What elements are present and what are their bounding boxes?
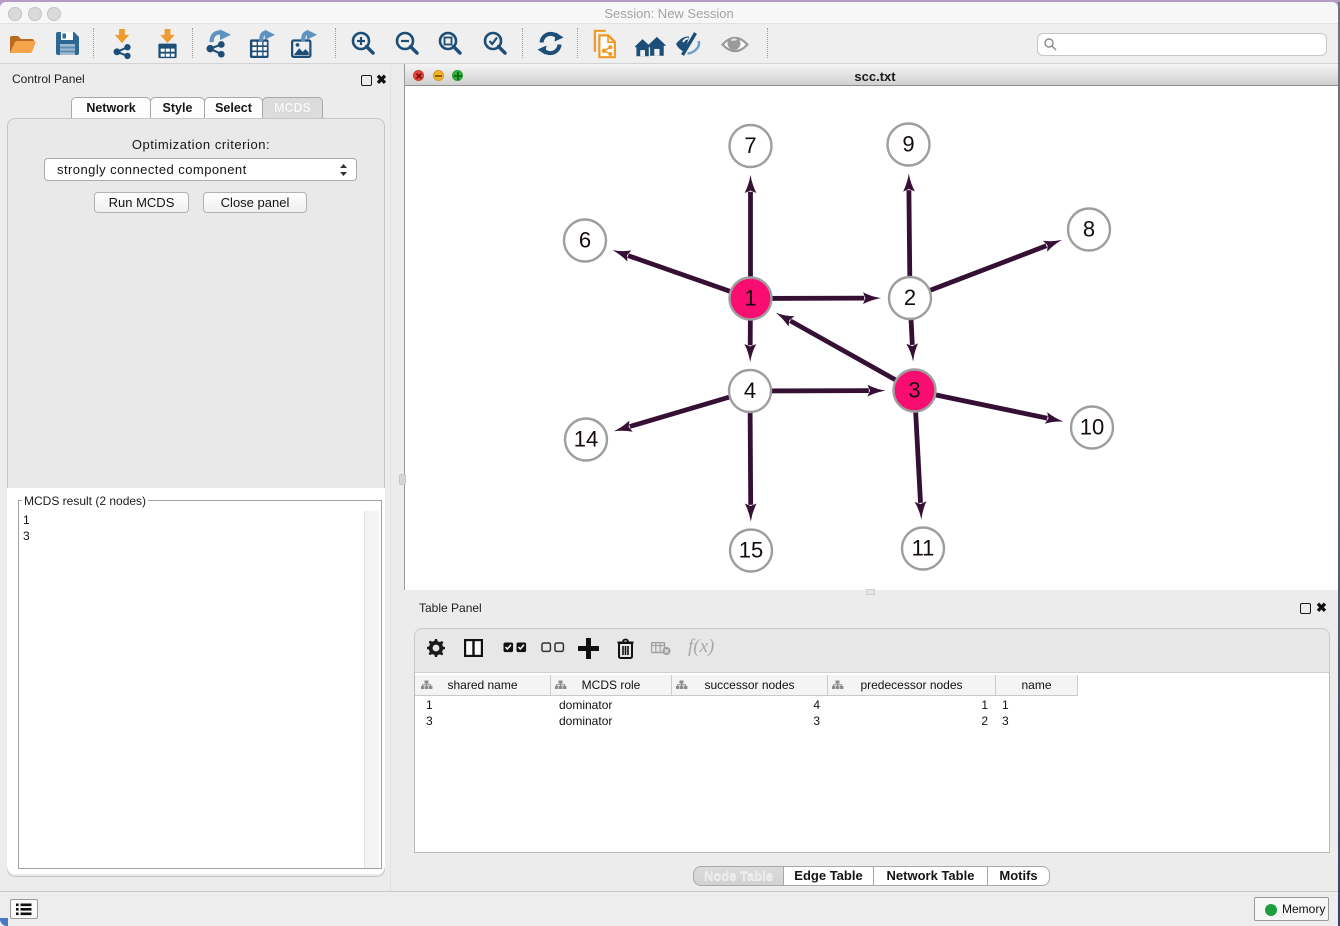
svg-text:7: 7 bbox=[744, 133, 756, 158]
svg-text:10: 10 bbox=[1080, 415, 1104, 440]
svg-text:8: 8 bbox=[1083, 217, 1095, 242]
svg-text:2: 2 bbox=[904, 285, 916, 310]
svg-text:6: 6 bbox=[579, 228, 591, 253]
svg-text:14: 14 bbox=[574, 427, 598, 452]
svg-text:15: 15 bbox=[739, 538, 763, 563]
svg-text:9: 9 bbox=[902, 132, 914, 157]
svg-text:3: 3 bbox=[908, 378, 920, 403]
svg-text:1: 1 bbox=[744, 286, 756, 311]
svg-text:11: 11 bbox=[912, 536, 935, 561]
svg-text:4: 4 bbox=[744, 378, 756, 403]
